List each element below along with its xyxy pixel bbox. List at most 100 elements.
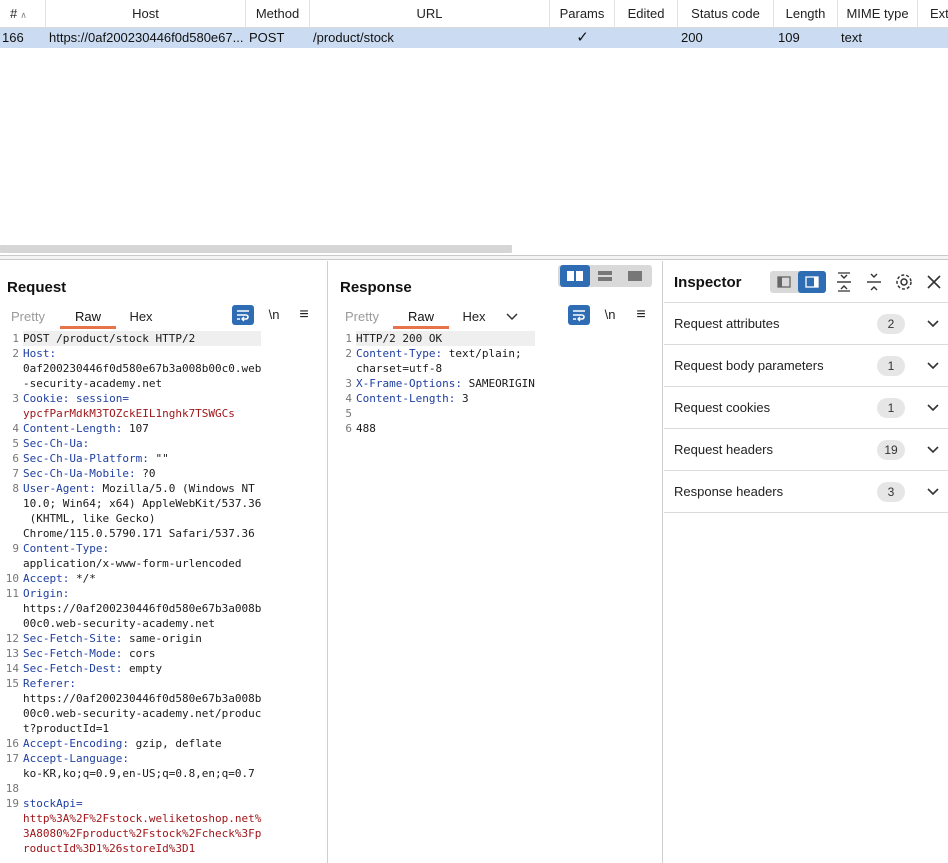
table-row[interactable]: 166 https://0af200230446f0d580e67... POS… — [0, 28, 948, 48]
line-number: 5 — [12, 437, 19, 450]
code-line: ko-KR,ko;q=0.9,en-US;q=0.8,en;q=0.7 — [23, 766, 261, 781]
response-editor[interactable]: 123456 HTTP/2 200 OK Content-Type: text/p… — [333, 331, 661, 861]
gear-icon[interactable] — [893, 271, 915, 293]
chevron-down-icon — [927, 404, 939, 412]
line-number — [0, 826, 19, 841]
response-text: HTTP/2 200 OK Content-Type: text/plain; ch… — [356, 331, 535, 436]
code-token: ko-KR,ko;q=0.9,en-US;q=0.8,en;q=0.7 — [23, 767, 255, 780]
code-line: Sec-Ch-Ua: — [23, 436, 261, 451]
col-header-number[interactable]: # ∧ — [0, 0, 46, 28]
code-token: 0af200230446f0d580e67b3a008b00c0.web — [23, 362, 262, 375]
col-header-method[interactable]: Method — [246, 0, 310, 28]
menu-icon[interactable]: ≡ — [293, 305, 315, 325]
code-token: HTTP/2 200 OK — [356, 332, 443, 345]
col-header-edited[interactable]: Edited — [615, 0, 678, 28]
line-number — [0, 721, 19, 736]
col-header-label: # — [10, 6, 18, 21]
line-number: 17 — [5, 752, 19, 765]
code-token: Origin: — [23, 587, 70, 600]
code-line: Content-Type: text/plain; — [356, 346, 535, 361]
single-view-button[interactable] — [620, 265, 650, 287]
word-wrap-button[interactable] — [232, 305, 254, 325]
line-number: 11 — [5, 587, 19, 600]
menu-icon[interactable]: ≡ — [630, 305, 652, 325]
cell-edited — [615, 28, 678, 48]
chevron-down-icon[interactable] — [502, 305, 522, 329]
section-request-cookies[interactable]: Request cookies 1 — [664, 387, 948, 429]
code-token: Cookie: — [23, 392, 76, 405]
code-line: Accept: */* — [23, 571, 261, 586]
col-header-length[interactable]: Length — [774, 0, 838, 28]
expand-all-icon[interactable] — [833, 271, 855, 293]
section-label: Request headers — [674, 442, 774, 457]
section-request-body-parameters[interactable]: Request body parameters 1 — [664, 345, 948, 387]
dock-left-button[interactable] — [770, 271, 798, 293]
line-number — [0, 691, 19, 706]
code-line: 00c0.web-security-academy.net — [23, 616, 261, 631]
section-response-headers[interactable]: Response headers 3 — [664, 471, 948, 513]
tab-raw[interactable]: Raw — [393, 305, 449, 329]
table-header: # ∧ Host Method URL Params Edited Status … — [0, 0, 948, 28]
code-token: https://0af200230446f0d580e67b3a008b — [23, 692, 262, 705]
line-number: 5 — [345, 407, 352, 420]
code-token: 488 — [356, 422, 376, 435]
tab-raw[interactable]: Raw — [60, 305, 116, 329]
word-wrap-button[interactable] — [568, 305, 590, 325]
collapse-all-icon[interactable] — [863, 271, 885, 293]
code-line: application/x-www-form-urlencoded — [23, 556, 261, 571]
code-token: http%3A%2F%2Fstock.weliketoshop.net% — [23, 812, 262, 825]
tab-hex[interactable]: Hex — [453, 305, 495, 329]
code-token: Content-Length: — [356, 392, 456, 405]
stacked-view-button[interactable] — [590, 265, 620, 287]
show-newlines-button[interactable]: \n — [263, 305, 285, 325]
code-token: "" — [148, 452, 169, 465]
section-request-headers[interactable]: Request headers 19 — [664, 429, 948, 471]
inspector-layout-toggle — [770, 271, 826, 293]
tab-hex[interactable]: Hex — [120, 305, 162, 329]
show-newlines-button[interactable]: \n — [599, 305, 621, 325]
close-icon[interactable] — [923, 271, 945, 293]
line-number: 3 — [345, 377, 352, 390]
col-header-mime-type[interactable]: MIME type — [838, 0, 918, 28]
code-line: t?productId=1 — [23, 721, 261, 736]
section-request-attributes[interactable]: Request attributes 2 — [664, 303, 948, 345]
code-token: Sec-Fetch-Dest: — [23, 662, 123, 675]
line-number: 1 — [345, 332, 352, 345]
code-token: 107 — [122, 422, 149, 435]
code-line: Sec-Fetch-Mode: cors — [23, 646, 261, 661]
col-header-url[interactable]: URL — [310, 0, 550, 28]
tab-pretty[interactable]: Pretty — [338, 305, 386, 329]
col-header-params[interactable]: Params — [550, 0, 615, 28]
line-number: 4 — [12, 422, 19, 435]
col-header-status-code[interactable]: Status code — [678, 0, 774, 28]
line-number — [0, 406, 19, 421]
col-header-extension[interactable]: Ext — [918, 0, 948, 28]
code-line: 00c0.web-security-academy.net/produc — [23, 706, 261, 721]
col-header-host[interactable]: Host — [46, 0, 246, 28]
line-number: 16 — [5, 737, 19, 750]
code-line: Sec-Ch-Ua-Mobile: ?0 — [23, 466, 261, 481]
line-number: 19 — [5, 797, 19, 810]
pane-splitter[interactable] — [0, 255, 948, 260]
code-token: Sec-Fetch-Mode: — [23, 647, 123, 660]
cell-params-checkmark: ✓ — [576, 29, 589, 46]
code-line: Host: — [23, 346, 261, 361]
code-token: roductId%3D1%26storeId%3D1 — [23, 842, 196, 855]
line-number: 12 — [5, 632, 19, 645]
tab-pretty[interactable]: Pretty — [4, 305, 52, 329]
code-token: stockApi= — [23, 797, 83, 810]
horizontal-scrollbar[interactable] — [0, 245, 512, 253]
code-token: Content-Type: — [23, 542, 110, 555]
request-editor[interactable]: 1 2 3 4 5 6 7 8 9 10 11 12 13 14 15 16 17 18 19 POST /prod… — [0, 331, 326, 861]
code-token: 3A8080%2Fproduct%2Fstock%2Fcheck%3Fp — [23, 827, 262, 840]
count-badge: 2 — [877, 314, 905, 334]
code-token: gzip, deflate — [128, 737, 222, 750]
code-line: roductId%3D1%26storeId%3D1 — [23, 841, 261, 856]
cell-number: 166 — [2, 30, 24, 45]
side-by-side-view-button[interactable] — [560, 265, 590, 287]
line-number: 9 — [12, 542, 19, 555]
dock-right-button[interactable] — [798, 271, 826, 293]
code-token: Accept-Language: — [23, 752, 129, 765]
